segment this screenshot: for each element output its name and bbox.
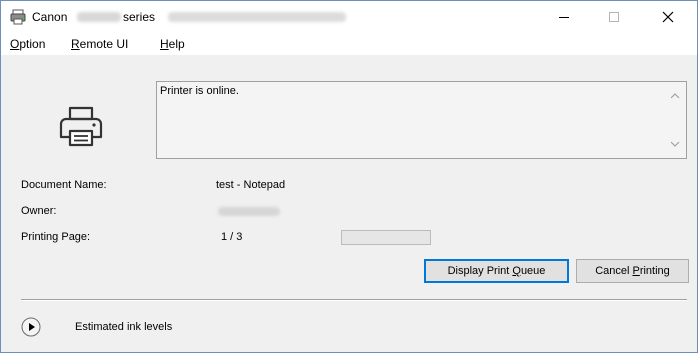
cancel-label-before: Cancel (595, 265, 633, 277)
printer-app-icon (10, 9, 26, 25)
printing-page-value: 1 / 3 (221, 231, 243, 243)
redacted-printer-port (168, 12, 346, 22)
menu-option-accelerator: O (10, 37, 20, 51)
menu-bar: Option Remote UI Help (1, 33, 697, 55)
section-divider (21, 299, 687, 301)
maximize-icon[interactable] (591, 1, 637, 33)
window-title-brand: Canon (32, 10, 68, 24)
estimated-ink-levels-label[interactable]: Estimated ink levels (75, 321, 172, 333)
menu-help-accelerator: H (160, 37, 169, 51)
menu-remote-ui-label: emote UI (79, 37, 129, 51)
window-title-series: series (123, 10, 156, 24)
redacted-model-number (77, 12, 121, 22)
document-name-value: test - Notepad (216, 179, 286, 191)
cancel-label-after: rinting (639, 265, 670, 277)
close-icon[interactable] (645, 1, 691, 33)
print-progress-bar (341, 230, 431, 245)
display-queue-label-before: Display Print (447, 265, 513, 277)
cancel-printing-button[interactable]: Cancel Printing (576, 259, 689, 283)
display-queue-label-after: ueue (520, 265, 546, 277)
printing-page-label: Printing Page: (21, 231, 91, 243)
menu-help-label: elp (168, 37, 185, 51)
menu-remote-ui[interactable]: Remote UI (71, 37, 128, 51)
menu-remote-ui-accelerator: R (71, 37, 80, 51)
printer-icon (59, 106, 103, 147)
owner-label: Owner: (21, 205, 57, 217)
document-name-label: Document Name: (21, 179, 107, 191)
chevron-down-icon[interactable] (670, 140, 680, 148)
display-queue-accelerator: Q (512, 265, 521, 277)
chevron-up-icon[interactable] (670, 92, 680, 100)
redacted-owner-value (218, 207, 280, 216)
status-message-box[interactable]: Printer is online. (156, 81, 687, 159)
play-circle-icon[interactable] (21, 317, 41, 337)
title-bar[interactable]: Canon series (1, 1, 697, 33)
display-print-queue-button[interactable]: Display Print Queue (424, 259, 569, 283)
cancel-accelerator: P (632, 265, 640, 277)
menu-option[interactable]: Option (10, 37, 45, 51)
menu-option-label: ption (19, 37, 46, 51)
minimize-icon[interactable] (541, 1, 587, 33)
menu-help[interactable]: Help (160, 37, 185, 51)
printer-status-window: Canon series Option Remote UI Help Print… (0, 0, 698, 353)
status-message: Printer is online. (160, 85, 239, 97)
